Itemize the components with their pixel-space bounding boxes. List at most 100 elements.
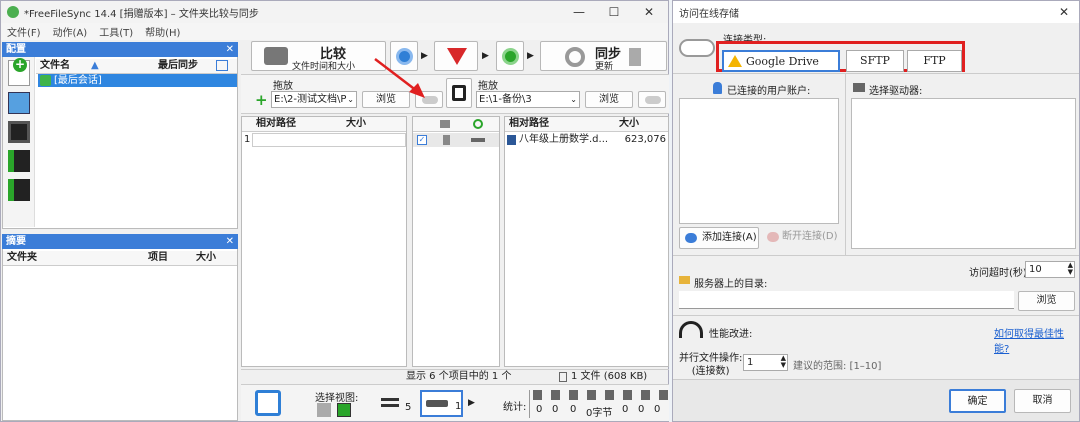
config-list-item[interactable]: [最后会话] bbox=[38, 74, 237, 87]
camera-icon bbox=[264, 47, 288, 65]
chevron-right-icon[interactable]: ▶ bbox=[482, 51, 489, 61]
disconnect-button[interactable]: 断开连接(D) bbox=[762, 227, 839, 249]
dialog-close-button[interactable]: ✕ bbox=[1049, 1, 1079, 23]
sync-direction-icon bbox=[629, 48, 641, 66]
server-browse-button[interactable]: 浏览 bbox=[1018, 291, 1075, 311]
cloud-icon bbox=[645, 96, 661, 104]
view-action-icon[interactable] bbox=[337, 403, 351, 417]
online-storage-dialog: 访问在线存储 ✕ 连接类型: Google Drive SFTP FTP 已连接… bbox=[672, 0, 1080, 422]
chevron-right-icon[interactable]: ▶ bbox=[527, 51, 534, 61]
performance-label: 性能改进: bbox=[709, 329, 753, 340]
close-button[interactable]: ✕ bbox=[634, 1, 664, 23]
compare-button[interactable]: 比较 文件时间和大小 bbox=[251, 41, 386, 72]
timeout-input[interactable]: 10 ▲ ▼ bbox=[1025, 261, 1075, 278]
sync-session-icon bbox=[40, 75, 51, 86]
stat-delete-right: 0 bbox=[654, 404, 661, 415]
status-files: 1 文件 (608 KB) bbox=[571, 371, 648, 382]
col-rel-path[interactable]: 相对路径 bbox=[256, 117, 296, 131]
col-last-sync[interactable]: 最后同步 bbox=[158, 59, 198, 73]
spinner-icon[interactable]: ▲ ▼ bbox=[1068, 262, 1073, 276]
timeout-label: 访问超时(秒): bbox=[969, 268, 1031, 279]
save-batch-icon[interactable] bbox=[8, 179, 30, 201]
row-checkbox[interactable]: ✓ bbox=[417, 135, 427, 145]
save-disk-icon[interactable] bbox=[8, 121, 30, 143]
sync-action-icon bbox=[471, 138, 485, 142]
new-config-icon[interactable]: + bbox=[8, 58, 30, 86]
maximize-button[interactable]: ☐ bbox=[599, 1, 629, 23]
col-size[interactable]: 大小 bbox=[346, 117, 366, 131]
menu-file[interactable]: 文件(F) bbox=[7, 24, 41, 39]
left-folder-input[interactable]: E:\2-测试文档\P ⌄ bbox=[271, 91, 357, 108]
col-size[interactable]: 大小 bbox=[196, 251, 216, 265]
col-rel-path[interactable]: 相对路径 bbox=[509, 117, 549, 131]
equal-filter-icon[interactable] bbox=[381, 398, 399, 407]
config-list-icon[interactable] bbox=[216, 60, 228, 71]
col-items[interactable]: 项目 bbox=[148, 251, 168, 265]
folder-icon bbox=[679, 276, 690, 284]
sync-button[interactable]: 同步 更新 bbox=[540, 41, 667, 72]
disconnect-icon bbox=[767, 232, 779, 242]
right-grid-row[interactable]: 八年级上册数学.d... 623,076 bbox=[505, 133, 668, 147]
config-close-icon[interactable]: ✕ bbox=[226, 42, 234, 57]
config-toolbar: + bbox=[3, 57, 35, 227]
performance-link[interactable]: 如何取得最佳性能? bbox=[994, 325, 1079, 355]
left-grid-row[interactable] bbox=[252, 133, 406, 147]
middle-grid-row[interactable]: ✓ bbox=[413, 133, 499, 147]
server-dir-input[interactable] bbox=[679, 291, 1014, 309]
config-panel-header: 配置 ✕ bbox=[2, 42, 238, 57]
drives-list[interactable] bbox=[851, 98, 1076, 249]
gear-green-icon bbox=[502, 48, 519, 65]
right-grid-headers: 相对路径 大小 bbox=[505, 117, 668, 132]
right-browse-button[interactable]: 浏览 bbox=[585, 91, 633, 108]
dropdown-arrow-icon[interactable]: ⌄ bbox=[570, 92, 577, 107]
add-connection-button[interactable]: 添加连接(A) bbox=[679, 227, 759, 249]
add-folder-pair-icon[interactable]: + bbox=[255, 93, 268, 108]
chevron-right-icon[interactable]: ▶ bbox=[468, 398, 475, 408]
parallel-label: 并行文件操作: (连接数) bbox=[679, 353, 743, 377]
range-hint: 建议的范围: [1–10] bbox=[793, 361, 882, 372]
swap-sides-button[interactable] bbox=[446, 78, 472, 108]
ok-button[interactable]: 确定 bbox=[949, 389, 1006, 413]
col-folder[interactable]: 文件夹 bbox=[7, 251, 37, 265]
camera-small-icon bbox=[440, 120, 450, 128]
user-icon bbox=[713, 82, 722, 94]
different-filter-button[interactable]: 1 bbox=[420, 390, 463, 417]
middle-grid-headers bbox=[413, 117, 499, 132]
menu-help[interactable]: 帮助(H) bbox=[145, 24, 180, 39]
col-size[interactable]: 大小 bbox=[619, 117, 639, 131]
sync-settings-button[interactable] bbox=[496, 41, 524, 71]
google-drive-option[interactable]: Google Drive bbox=[722, 50, 840, 72]
minimize-button[interactable]: — bbox=[564, 1, 594, 23]
ftp-option[interactable]: FTP bbox=[907, 50, 962, 72]
stats-label: 统计: bbox=[503, 402, 527, 413]
spinner-icon[interactable]: ▲ ▼ bbox=[781, 355, 786, 369]
dropdown-arrow-icon[interactable]: ⌄ bbox=[347, 92, 354, 107]
right-folder-input[interactable]: E:\1-备份\3 ⌄ bbox=[476, 91, 580, 108]
equal-count: 5 bbox=[405, 402, 412, 413]
col-filename[interactable]: 文件名 bbox=[40, 59, 70, 73]
save-config-icon[interactable] bbox=[8, 92, 30, 114]
menu-tools[interactable]: 工具(T) bbox=[99, 24, 133, 39]
stat-update-left: 0 bbox=[552, 404, 559, 415]
right-file-grid: 相对路径 大小 八年级上册数学.d... 623,076 bbox=[504, 116, 669, 367]
log-list-icon[interactable] bbox=[255, 390, 281, 416]
cancel-button[interactable]: 取消 bbox=[1014, 389, 1071, 413]
right-cloud-button[interactable] bbox=[638, 91, 666, 108]
view-category-icon[interactable] bbox=[317, 403, 331, 417]
summary-close-icon[interactable]: ✕ bbox=[226, 234, 234, 249]
config-panel: + 文件名 ▲ 最后同步 [最后会话] bbox=[2, 57, 238, 229]
sftp-option[interactable]: SFTP bbox=[846, 50, 904, 72]
add-cloud-icon bbox=[685, 233, 697, 243]
hdd-icon bbox=[426, 400, 448, 407]
sync-small-icon bbox=[473, 119, 483, 129]
save-as-icon[interactable] bbox=[8, 150, 30, 172]
accounts-list[interactable] bbox=[679, 98, 839, 224]
view-label: 选择视图: bbox=[315, 393, 359, 404]
parallel-input[interactable]: 1 ▲ ▼ bbox=[743, 354, 788, 371]
stat-create-left: 0 bbox=[536, 404, 543, 415]
file-category-icon bbox=[443, 135, 450, 145]
menu-action[interactable]: 动作(A) bbox=[53, 24, 88, 39]
speedometer-icon bbox=[679, 321, 703, 338]
server-dir-label: 服务器上的目录: bbox=[694, 279, 768, 290]
filter-button[interactable] bbox=[434, 41, 478, 71]
